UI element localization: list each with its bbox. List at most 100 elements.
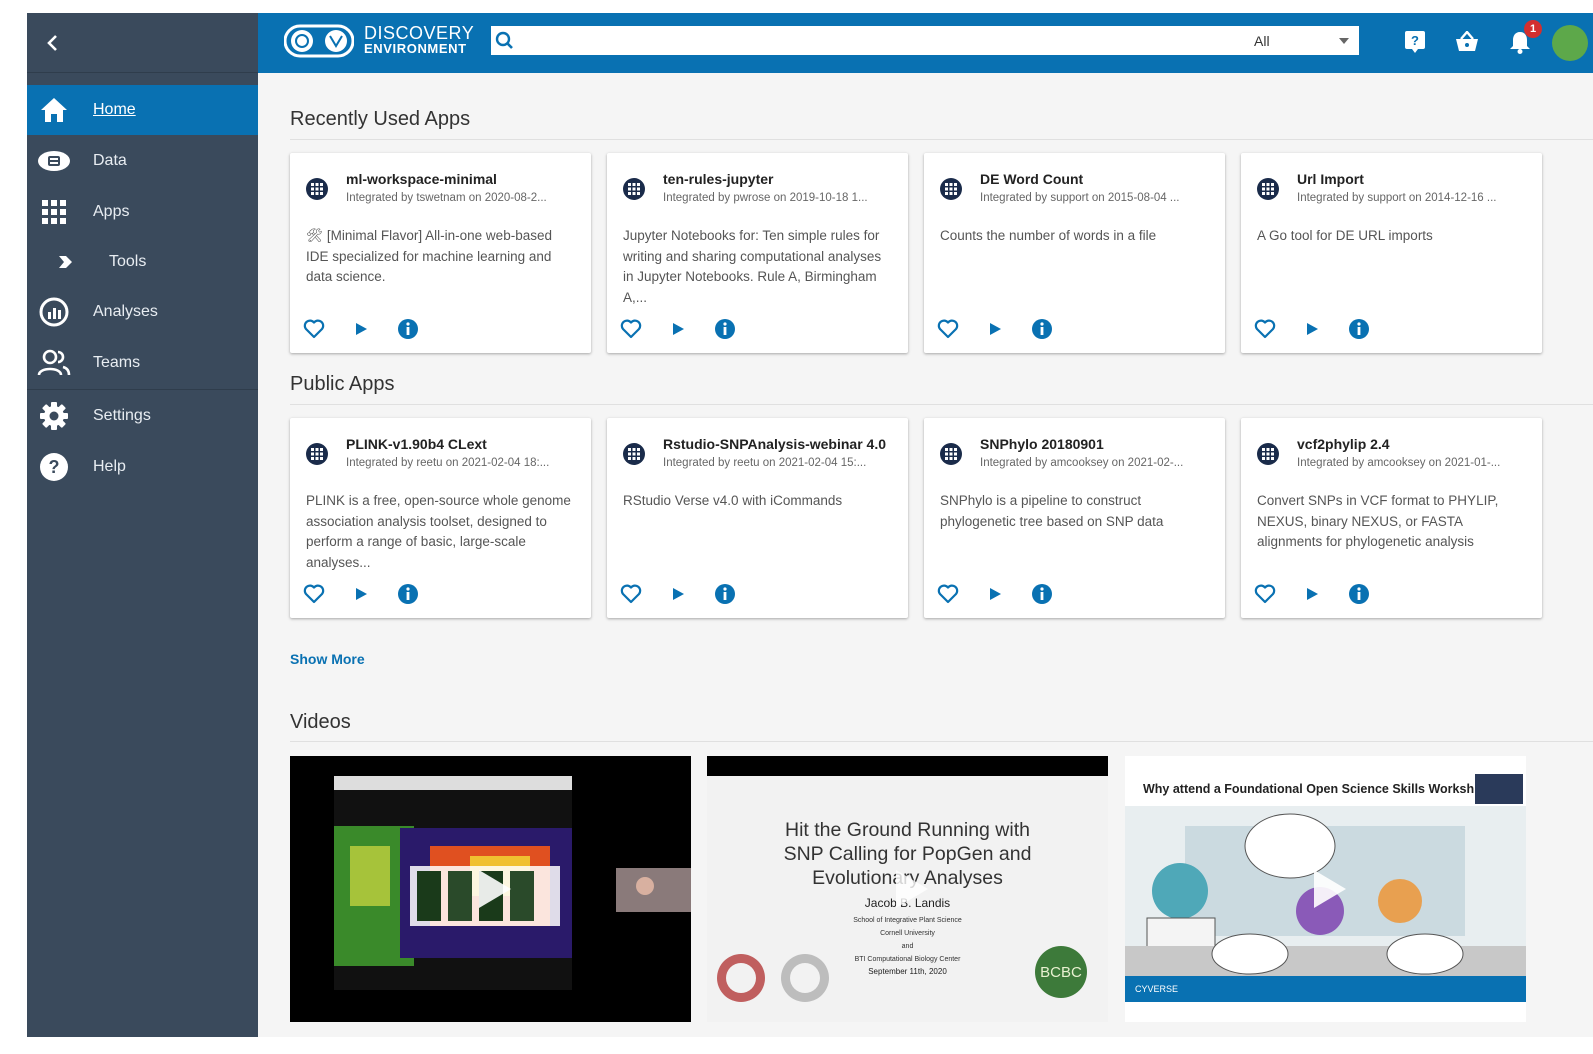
play-icon bbox=[1307, 588, 1318, 600]
app-card[interactable]: ten-rules-jupyter Integrated by pwrose on… bbox=[607, 153, 908, 353]
search-input[interactable] bbox=[521, 27, 1254, 54]
sidebar-item-label: Analyses bbox=[93, 303, 158, 320]
cyverse-brand: CYVERSE bbox=[1135, 984, 1179, 994]
bag-button[interactable] bbox=[1453, 28, 1481, 56]
info-button[interactable] bbox=[1030, 317, 1054, 341]
sidebar-item-home[interactable]: Home bbox=[27, 85, 258, 135]
notifications-button[interactable]: 1 bbox=[1506, 20, 1542, 56]
app-description: Jupyter Notebooks for: Ten simple rules … bbox=[623, 228, 882, 305]
logo-line2: ENVIRONMENT bbox=[364, 41, 467, 56]
help-square-icon: ? bbox=[1405, 31, 1425, 53]
dropdown-arrow-icon bbox=[1339, 37, 1349, 44]
logo-line1: DISCOVERY bbox=[364, 23, 475, 43]
app-avatar-icon bbox=[623, 443, 645, 465]
app-integrator: Integrated by reetu on 2021-02-04 18:... bbox=[346, 457, 550, 469]
app-avatar-icon bbox=[1257, 443, 1279, 465]
video-2-affil: School of Integrative Plant Science bbox=[853, 917, 962, 924]
launch-button[interactable] bbox=[666, 317, 690, 341]
discovery-environment-app: Home Data Apps Tools Analyses Teams Sett… bbox=[27, 13, 1593, 1037]
section-divider bbox=[290, 741, 1593, 742]
favorite-button[interactable] bbox=[302, 582, 326, 606]
sidebar-item-apps[interactable]: Apps bbox=[27, 187, 258, 237]
app-card[interactable]: PLINK-v1.90b4 CLext Integrated by reetu o… bbox=[290, 418, 591, 618]
app-card[interactable]: Rstudio-SNPAnalysis-webinar 4.0 Integrate… bbox=[607, 418, 908, 618]
sidebar-item-help[interactable]: ? Help bbox=[27, 442, 258, 492]
launch-button[interactable] bbox=[983, 317, 1007, 341]
play-icon bbox=[478, 870, 511, 908]
favorite-button[interactable] bbox=[302, 317, 326, 341]
launch-button[interactable] bbox=[349, 582, 373, 606]
info-button[interactable] bbox=[396, 317, 420, 341]
sidebar-item-label: Settings bbox=[93, 407, 151, 424]
app-card[interactable]: vcf2phylip 2.4 Integrated by amcooksey on… bbox=[1241, 418, 1542, 618]
app-name[interactable]: DE Word Count bbox=[980, 171, 1083, 187]
app-name[interactable]: ml-workspace-minimal bbox=[346, 171, 497, 187]
app-card[interactable]: ml-workspace-minimal Integrated by tswetn… bbox=[290, 153, 591, 353]
sidebar-item-settings[interactable]: Settings bbox=[27, 391, 258, 441]
svg-text:?: ? bbox=[1411, 33, 1419, 48]
video-thumbnail-1[interactable] bbox=[290, 756, 691, 1022]
info-button[interactable] bbox=[713, 317, 737, 341]
info-button[interactable] bbox=[713, 582, 737, 606]
info-button[interactable] bbox=[396, 582, 420, 606]
sidebar-item-analyses[interactable]: Analyses bbox=[27, 287, 258, 337]
app-avatar-icon bbox=[306, 443, 328, 465]
user-avatar[interactable] bbox=[1552, 25, 1588, 61]
app-card[interactable]: Url Import Integrated by support on 2014-… bbox=[1241, 153, 1542, 353]
launch-button[interactable] bbox=[1300, 317, 1324, 341]
info-button[interactable] bbox=[1030, 582, 1054, 606]
sidebar-item-tools[interactable]: Tools bbox=[27, 237, 258, 287]
app-name[interactable]: Rstudio-SNPAnalysis-webinar 4.0 bbox=[663, 436, 886, 452]
video-3-title: Why attend a Foundational Open Science S… bbox=[1143, 782, 1475, 796]
launch-button[interactable] bbox=[983, 582, 1007, 606]
show-more-link[interactable]: Show More bbox=[290, 651, 365, 667]
app-card[interactable]: SNPhylo 20180901 Integrated by amcooksey … bbox=[924, 418, 1225, 618]
info-button[interactable] bbox=[1347, 582, 1371, 606]
data-icon bbox=[37, 144, 71, 178]
app-card[interactable]: DE Word Count Integrated by support on 20… bbox=[924, 153, 1225, 353]
favorite-button[interactable] bbox=[936, 317, 960, 341]
favorite-button[interactable] bbox=[936, 582, 960, 606]
launch-button[interactable] bbox=[666, 582, 690, 606]
discovery-environment-logo[interactable]: DISCOVERY ENVIRONMENT bbox=[284, 24, 474, 58]
app-description: Convert SNPs in VCF format to PHYLIP, NE… bbox=[1257, 493, 1499, 549]
info-icon bbox=[1032, 319, 1052, 339]
favorite-button[interactable] bbox=[619, 582, 643, 606]
help-button[interactable]: ? bbox=[1401, 28, 1429, 56]
app-name[interactable]: vcf2phylip 2.4 bbox=[1297, 436, 1390, 452]
global-search: All bbox=[491, 26, 1359, 55]
favorite-button[interactable] bbox=[619, 317, 643, 341]
sidebar-item-teams[interactable]: Teams bbox=[27, 338, 258, 388]
video-3-presenter bbox=[1475, 774, 1523, 804]
video-thumbnail-2[interactable]: Hit the Ground Running with SNP Calling … bbox=[707, 756, 1108, 1022]
favorite-button[interactable] bbox=[1253, 582, 1277, 606]
app-name[interactable]: SNPhylo 20180901 bbox=[980, 436, 1104, 452]
sidebar-item-label: Home bbox=[93, 101, 136, 118]
play-icon bbox=[356, 588, 367, 600]
analyses-icon bbox=[37, 295, 71, 329]
favorite-button[interactable] bbox=[1253, 317, 1277, 341]
app-name[interactable]: PLINK-v1.90b4 CLext bbox=[346, 436, 487, 452]
launch-button[interactable] bbox=[1300, 582, 1324, 606]
heart-icon bbox=[303, 584, 325, 604]
search-icon bbox=[495, 31, 513, 49]
info-icon bbox=[1349, 319, 1369, 339]
video-thumbnail-3[interactable]: Why attend a Foundational Open Science S… bbox=[1125, 756, 1526, 1022]
launch-button[interactable] bbox=[349, 317, 373, 341]
app-name[interactable]: ten-rules-jupyter bbox=[663, 171, 773, 187]
app-avatar-icon bbox=[940, 178, 962, 200]
section-divider bbox=[290, 139, 1593, 140]
play-icon bbox=[673, 323, 684, 335]
app-avatar-icon bbox=[623, 178, 645, 200]
cyverse-banner: CYVERSE bbox=[1125, 976, 1526, 1002]
recent-apps-title: Recently Used Apps bbox=[290, 108, 471, 130]
sidebar-item-data[interactable]: Data bbox=[27, 136, 258, 186]
heart-icon bbox=[303, 319, 325, 339]
play-icon bbox=[895, 870, 928, 908]
search-filter-select[interactable]: All bbox=[1254, 26, 1359, 55]
app-avatar-icon bbox=[1257, 178, 1279, 200]
app-name[interactable]: Url Import bbox=[1297, 171, 1364, 187]
info-button[interactable] bbox=[1347, 317, 1371, 341]
app-description: 🛠 [Minimal Flavor] All-in-one web-based … bbox=[306, 228, 552, 284]
collapse-sidebar-button[interactable] bbox=[27, 13, 258, 73]
